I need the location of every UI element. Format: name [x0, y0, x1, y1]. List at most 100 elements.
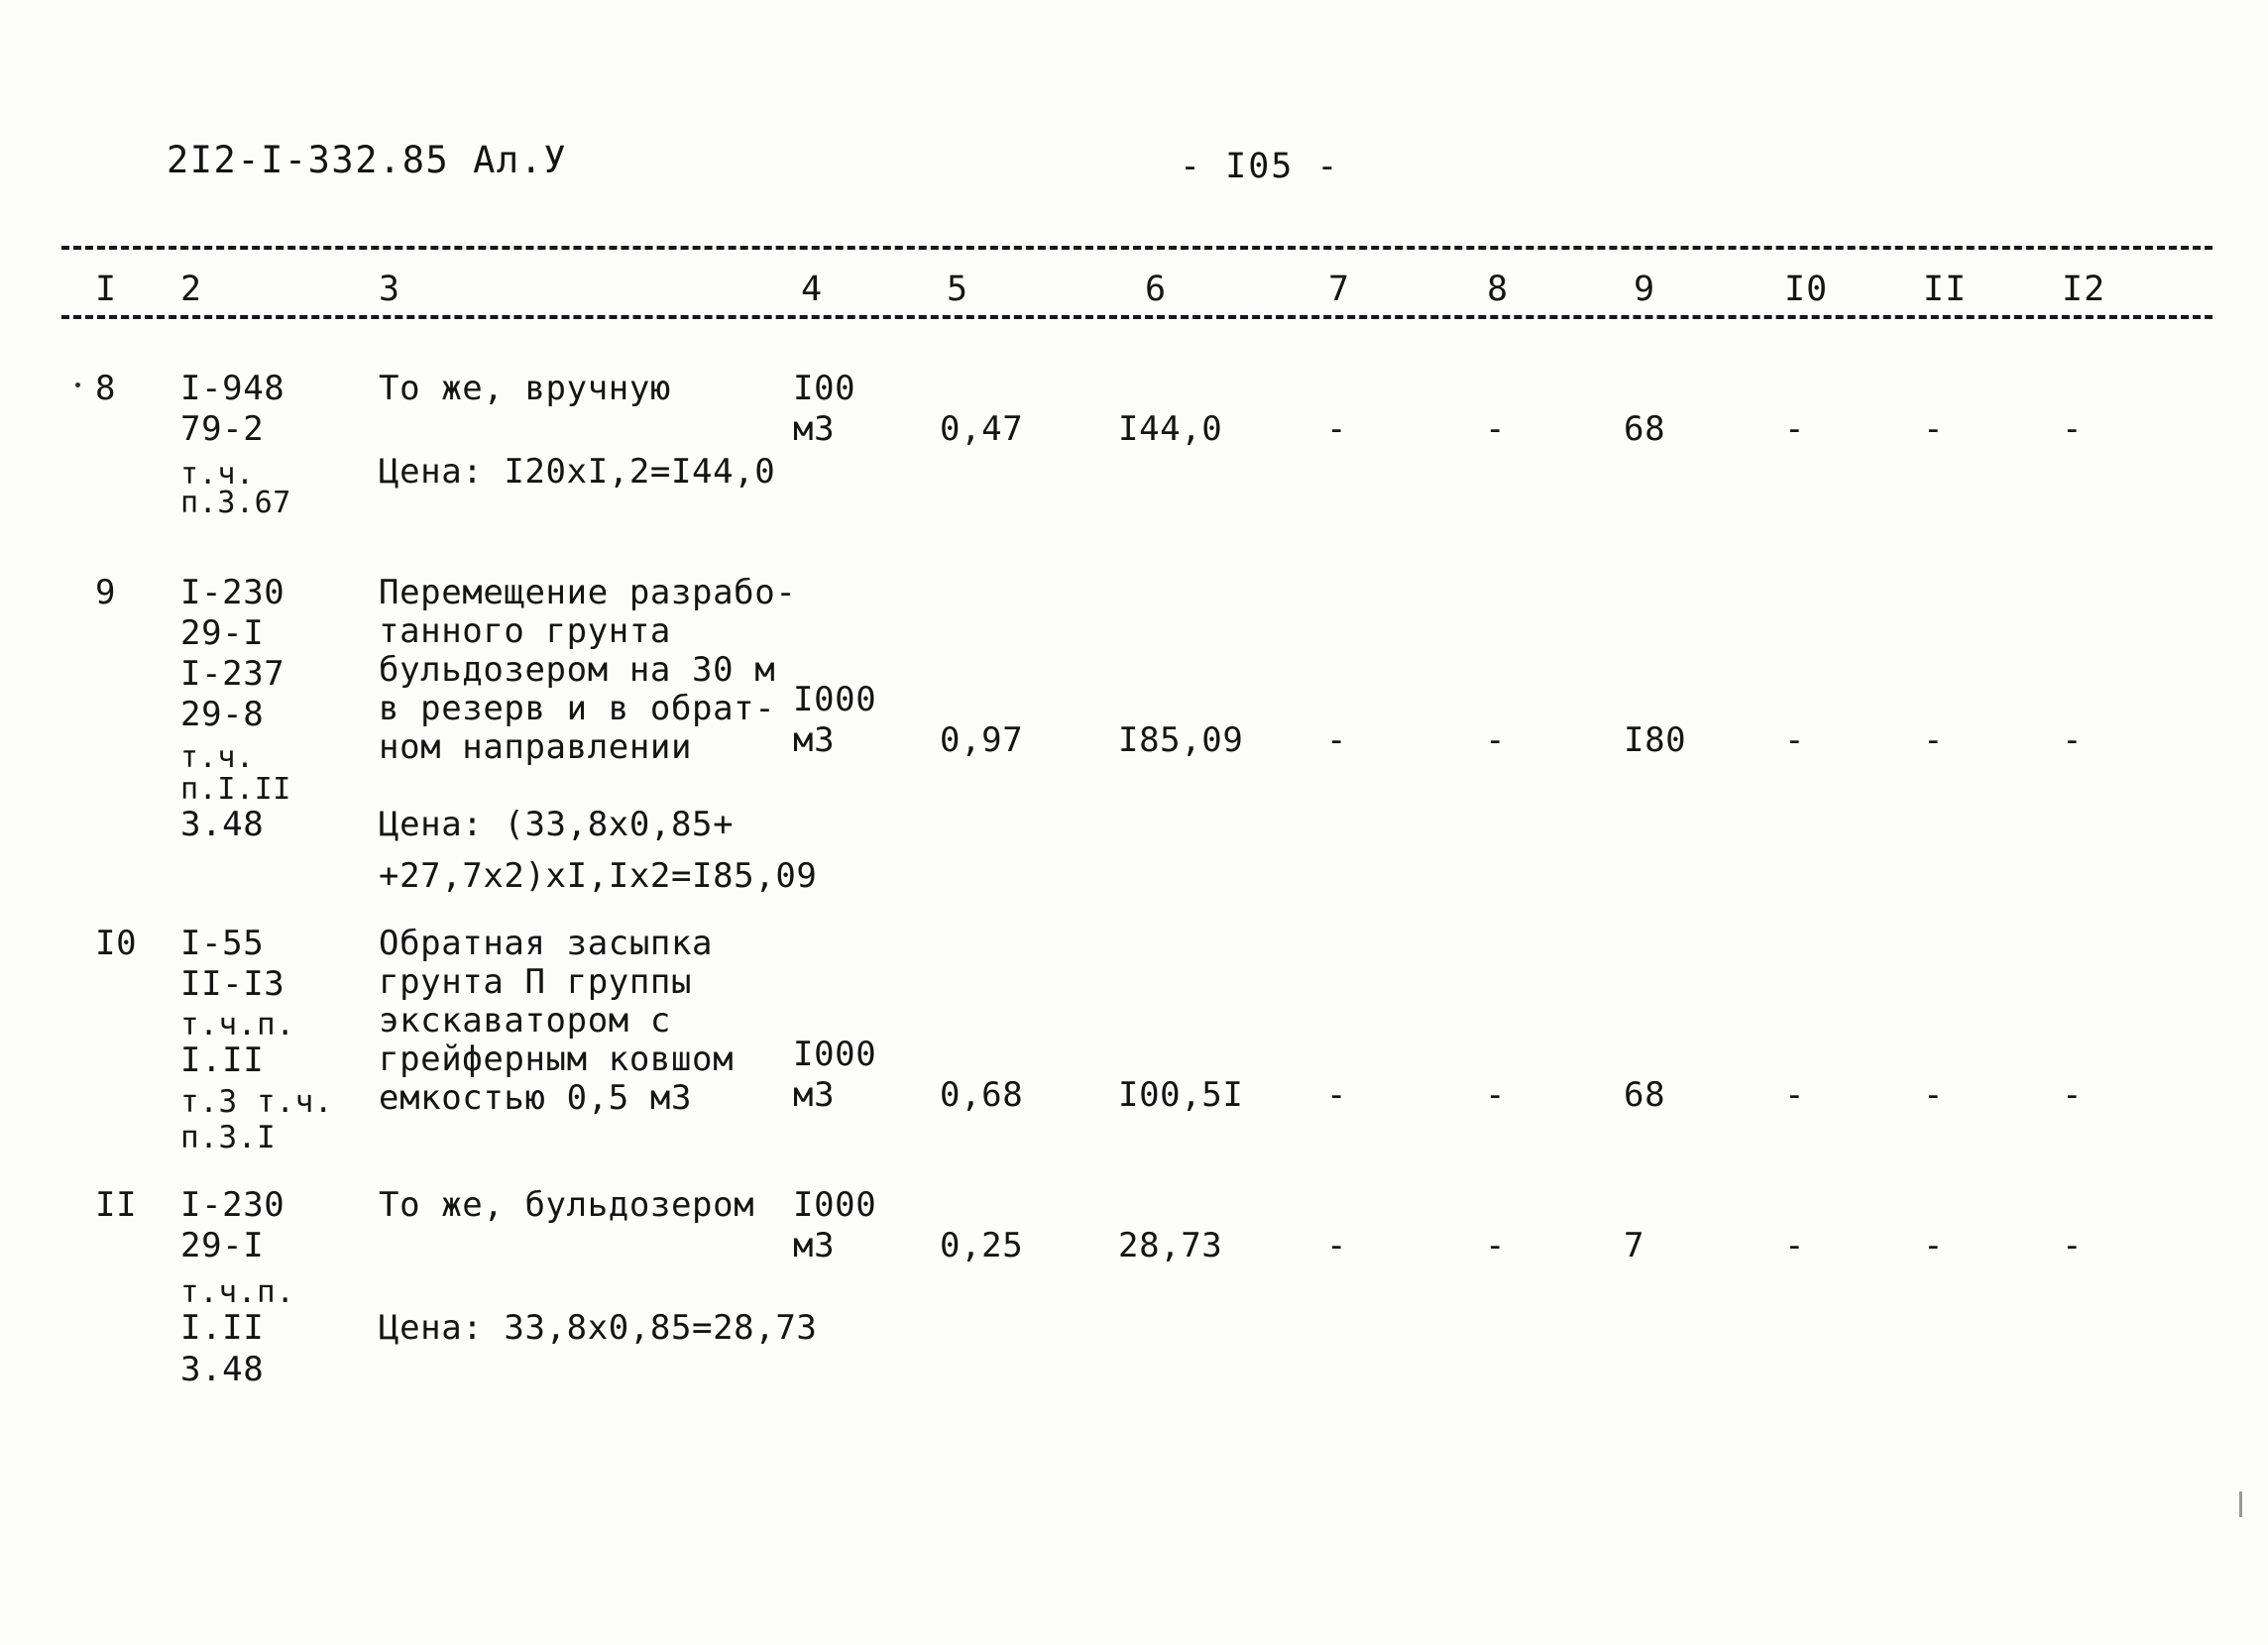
row-code-line-1: I-230 — [180, 573, 285, 612]
column-number-7: 7 — [1328, 270, 1351, 309]
row-col12: - — [2062, 1226, 2084, 1265]
row-code-line-3: I-237 — [180, 654, 285, 694]
row-index: 8 — [95, 369, 117, 408]
column-number-1: I — [95, 270, 118, 309]
row-code-line-5: 3.48 — [180, 1350, 265, 1389]
row-description-line-5: емкостью 0,5 м3 — [379, 1078, 693, 1118]
row-col9: I80 — [1624, 720, 1687, 760]
row-description-line-3: бульдозером на 30 м — [379, 650, 776, 690]
row-col12: - — [2062, 720, 2084, 760]
row-description-line-4: грейферным ковшом — [379, 1040, 735, 1079]
row-description-line-2: грунта П группы — [379, 962, 693, 1002]
row-code-line-2: 79-2 — [180, 409, 265, 449]
row-col10: - — [1784, 409, 1806, 449]
row-code-line-7: 3.48 — [180, 805, 265, 844]
row-col9: 68 — [1624, 409, 1666, 449]
row-unit-line-2: м3 — [793, 720, 836, 760]
document-header: 2I2-I-332.85 Ал.У - I05 - — [0, 139, 2268, 198]
row-col5: 0,47 — [940, 409, 1024, 449]
row-code-line-4: I.II — [180, 1308, 265, 1348]
row-col7: - — [1326, 720, 1348, 760]
row-description-line-1: То же, бульдозером — [379, 1185, 755, 1225]
row-unit-line-2: м3 — [793, 409, 836, 449]
row-code-line-4: п.3.67 — [180, 486, 291, 520]
row-code-line-2: 29-I — [180, 1226, 265, 1265]
row-price-line: Цена: (33,8x0,85+ — [379, 805, 735, 844]
column-number-6: 6 — [1145, 270, 1168, 309]
row-col10: - — [1784, 1075, 1806, 1115]
row-col11: - — [1923, 1075, 1945, 1115]
row-col10: - — [1784, 1226, 1806, 1265]
row-index: II — [95, 1185, 138, 1225]
row-price-line: Цена: I20xI,2=I44,0 — [379, 452, 776, 492]
column-number-2: 2 — [180, 270, 203, 309]
row-code-line-3: т.ч.п. — [180, 1007, 295, 1042]
row-col6: I85,09 — [1118, 720, 1244, 760]
row-price-line: Цена: 33,8x0,85=28,73 — [379, 1308, 818, 1348]
row-col11: - — [1923, 409, 1945, 449]
column-number-11: II — [1923, 270, 1968, 309]
row-unit-line-1: I000 — [793, 1185, 877, 1225]
row-description-line-3: экскаватором с — [379, 1001, 671, 1041]
row-code-line-6: п.I.II — [180, 772, 291, 807]
row-code-line-1: I-230 — [180, 1185, 285, 1225]
row-description-line-4: в резерв и в обрат- — [379, 689, 776, 728]
row-col12: - — [2062, 409, 2084, 449]
row-code-line-4: 29-8 — [180, 695, 265, 734]
row-unit-line-1: I000 — [793, 680, 877, 719]
row-col6: I44,0 — [1118, 409, 1223, 449]
row-description-line-1: Перемещение разрабо- — [379, 573, 797, 612]
document-page: 2I2-I-332.85 Ал.У - I05 - I 2 3 4 5 6 7 … — [0, 0, 2268, 1645]
column-number-5: 5 — [947, 270, 969, 309]
row-col11: - — [1923, 1226, 1945, 1265]
row-col5: 0,68 — [940, 1075, 1024, 1115]
column-number-12: I2 — [2062, 270, 2106, 309]
row-description-line-1: Обратная засыпка — [379, 924, 714, 963]
row-price-line-2: +27,7x2)xI,Ix2=I85,09 — [379, 856, 818, 896]
row-code-line-5: т.3 т.ч. — [180, 1084, 334, 1120]
row-code-line-1: I-55 — [180, 924, 265, 963]
document-code: 2I2-I-332.85 Ал.У — [167, 139, 568, 181]
row-col9: 68 — [1624, 1075, 1666, 1115]
scan-edge-mark — [2239, 1491, 2242, 1517]
row-col6: I00,5I — [1118, 1075, 1244, 1115]
column-number-4: 4 — [801, 270, 824, 309]
row-unit-line-1: I00 — [793, 369, 856, 408]
column-number-8: 8 — [1487, 270, 1510, 309]
row-col10: - — [1784, 720, 1806, 760]
row-col8: - — [1485, 1075, 1507, 1115]
row-description-line-5: ном направлении — [379, 727, 693, 767]
row-col7: - — [1326, 1226, 1348, 1265]
row-description-line-1: То же, вручную — [379, 369, 671, 408]
row-col6: 28,73 — [1118, 1226, 1223, 1265]
row-index: 9 — [95, 573, 117, 612]
row-code-line-2: 29-I — [180, 613, 265, 653]
row-unit-line-2: м3 — [793, 1226, 836, 1265]
row-col7: - — [1326, 409, 1348, 449]
row-col8: - — [1485, 409, 1507, 449]
row-col8: - — [1485, 720, 1507, 760]
row-col9: 7 — [1624, 1226, 1645, 1265]
row-code-line-2: II-I3 — [180, 964, 285, 1004]
scan-speck — [75, 383, 80, 387]
row-col7: - — [1326, 1075, 1348, 1115]
row-col5: 0,25 — [940, 1226, 1024, 1265]
row-unit-line-1: I000 — [793, 1035, 877, 1074]
row-code-line-6: п.3.I — [180, 1120, 277, 1155]
row-description-line-2: танного грунта — [379, 611, 671, 651]
row-col12: - — [2062, 1075, 2084, 1115]
column-number-9: 9 — [1634, 270, 1656, 309]
row-col5: 0,97 — [940, 720, 1024, 760]
column-number-3: 3 — [379, 270, 401, 309]
row-unit-line-2: м3 — [793, 1075, 836, 1115]
row-col8: - — [1485, 1226, 1507, 1265]
column-number-10: I0 — [1784, 270, 1829, 309]
row-code-line-3: т.ч.п. — [180, 1274, 295, 1310]
row-code-line-4: I.II — [180, 1041, 265, 1080]
column-number-row: I 2 3 4 5 6 7 8 9 I0 II I2 — [0, 270, 2268, 317]
row-index: I0 — [95, 924, 138, 963]
page-number: - I05 - — [1180, 147, 1340, 186]
row-col11: - — [1923, 720, 1945, 760]
row-code-line-1: I-948 — [180, 369, 285, 408]
table-top-rule — [61, 246, 2212, 250]
